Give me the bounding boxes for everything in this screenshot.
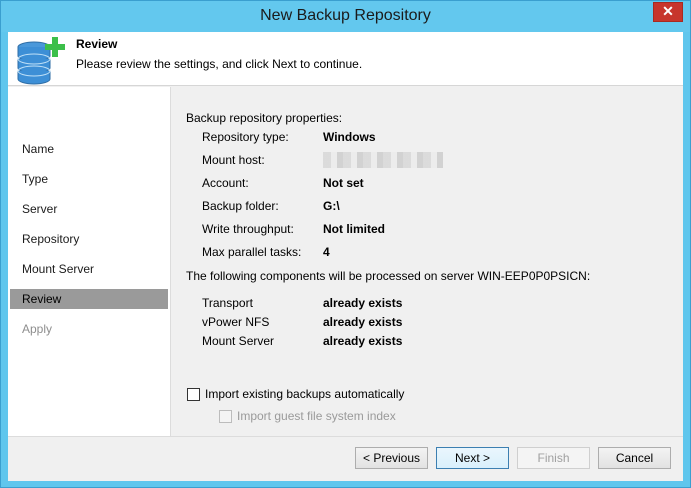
previous-button[interactable]: < Previous [355,447,428,469]
property-value: Not limited [323,222,385,236]
property-value: Not set [323,176,364,190]
finish-button: Finish [517,447,590,469]
database-add-icon [17,37,65,85]
import-backups-label[interactable]: Import existing backups automatically [205,387,404,401]
page-subtitle: Please review the settings, and click Ne… [76,57,363,71]
window-title: New Backup Repository [260,7,431,24]
header-panel: Review Please review the settings, and c… [8,32,683,86]
component-name: Transport [202,296,253,310]
property-label: Repository type: [202,130,289,144]
import-index-label: Import guest file system index [237,409,396,423]
component-status: already exists [323,334,403,348]
page-title: Review [76,37,118,51]
components-heading: The following components will be process… [186,269,591,283]
component-status: already exists [323,296,403,310]
property-label: Account: [202,176,249,190]
dialog-window: New Backup Repository ✕ Review Please re… [0,0,691,488]
sidebar-item-type[interactable]: Type [10,169,168,189]
component-name: Mount Server [202,334,275,348]
property-label: Mount host: [202,153,265,167]
property-value: 4 [323,245,330,259]
sidebar-item-repository[interactable]: Repository [10,229,168,249]
property-value: Windows [323,130,376,144]
sidebar-item-server[interactable]: Server [10,199,168,219]
dialog-client: Review Please review the settings, and c… [8,32,683,481]
property-label: Backup folder: [202,199,279,213]
wizard-steps-sidebar: Name Type Server Repository Mount Server… [8,87,171,436]
properties-heading: Backup repository properties: [186,111,343,125]
footer-divider [8,436,683,437]
import-index-checkbox [219,410,232,423]
component-name: vPower NFS [202,315,270,329]
property-label: Max parallel tasks: [202,245,302,259]
sidebar-item-apply: Apply [22,322,53,336]
redacted-mount-host [323,152,443,168]
close-icon: ✕ [662,3,674,19]
component-status: already exists [323,315,403,329]
property-value: G:\ [323,199,340,213]
sidebar-item-review[interactable]: Review [10,289,168,309]
close-button[interactable]: ✕ [653,2,683,22]
review-content: Backup repository properties: Repository… [171,87,683,436]
sidebar-item-name[interactable]: Name [10,139,168,159]
title-bar[interactable]: New Backup Repository ✕ [1,1,690,32]
import-backups-checkbox[interactable] [187,388,200,401]
sidebar-item-mount-server[interactable]: Mount Server [10,259,168,279]
next-button[interactable]: Next > [436,447,509,469]
property-label: Write throughput: [202,222,294,236]
cancel-button[interactable]: Cancel [598,447,671,469]
